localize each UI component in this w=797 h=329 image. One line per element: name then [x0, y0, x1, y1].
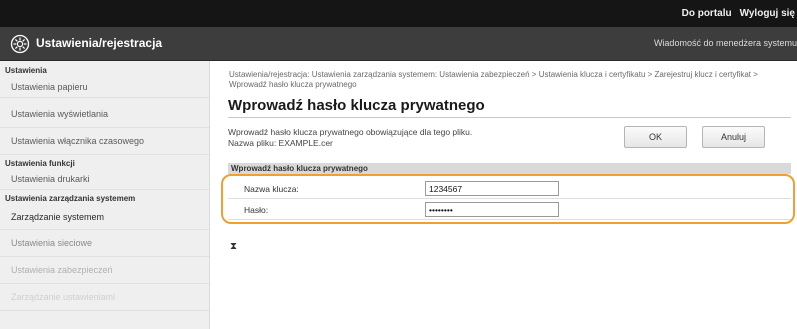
app-title: Ustawienia/rejestracja	[36, 36, 163, 50]
sidebar-item-timer-settings[interactable]: Ustawienia włącznika czasowego	[0, 128, 209, 155]
portal-link[interactable]: Do portalu	[682, 8, 732, 19]
ok-button[interactable]: OK	[624, 126, 687, 148]
title-bar: Ustawienia/rejestracja Wiadomość do mene…	[0, 27, 797, 61]
logout-link[interactable]: Wyloguj się	[740, 8, 795, 19]
cancel-button[interactable]: Anuluj	[702, 126, 765, 148]
sidebar-section-settings: Ustawienia	[5, 66, 47, 75]
password-row: Hasło:	[228, 200, 791, 220]
sidebar-item-security-settings[interactable]: Ustawienia zabezpieczeń	[0, 257, 209, 284]
breadcrumb[interactable]: Ustawienia/rejestracja: Ustawienia zarzą…	[229, 70, 789, 90]
sidebar-item-printer-settings[interactable]: Ustawienia drukarki	[0, 168, 209, 190]
sidebar-item-paper-settings[interactable]: Ustawienia papieru	[0, 76, 209, 98]
settings-registration-icon	[10, 34, 30, 54]
top-links: Do portalu Wyloguj się	[682, 0, 797, 27]
sidebar-item-display-settings[interactable]: Ustawienia wyświetlania	[0, 101, 209, 128]
sidebar-section-system-management: Ustawienia zarządzania systemem	[5, 194, 136, 203]
key-name-input[interactable]	[425, 181, 559, 196]
description: Wprowadź hasło klucza prywatnego obowiąz…	[228, 127, 472, 149]
hourglass-icon: ⧗	[230, 241, 238, 252]
password-input[interactable]	[425, 202, 559, 217]
description-text: Wprowadź hasło klucza prywatnego obowiąz…	[228, 127, 473, 137]
password-label: Hasło:	[244, 205, 269, 215]
key-name-row: Nazwa klucza:	[228, 179, 791, 199]
sidebar-section-function-settings: Ustawienia funkcji	[5, 159, 75, 168]
sidebar-item-settings-management[interactable]: Zarządzanie ustawieniami	[0, 284, 209, 311]
file-name-text: Nazwa pliku: EXAMPLE.cer	[228, 138, 333, 148]
section-header: Wprowadź hasło klucza prywatnego	[228, 163, 791, 174]
page-title: Wprowadź hasło klucza prywatnego	[228, 97, 485, 114]
key-name-label: Nazwa klucza:	[244, 184, 299, 194]
top-bar: Do portalu Wyloguj się	[0, 0, 797, 27]
admin-message-link[interactable]: Wiadomość do menedżera systemu	[654, 38, 797, 48]
sidebar-item-network-settings[interactable]: Ustawienia sieciowe	[0, 230, 209, 257]
main-content: Ustawienia/rejestracja: Ustawienia zarzą…	[211, 61, 797, 329]
title-divider	[228, 117, 791, 118]
sidebar-item-system-management[interactable]: Zarządzanie systemem	[0, 204, 209, 230]
sidebar: Ustawienia Ustawienia papieru Ustawienia…	[0, 61, 210, 329]
